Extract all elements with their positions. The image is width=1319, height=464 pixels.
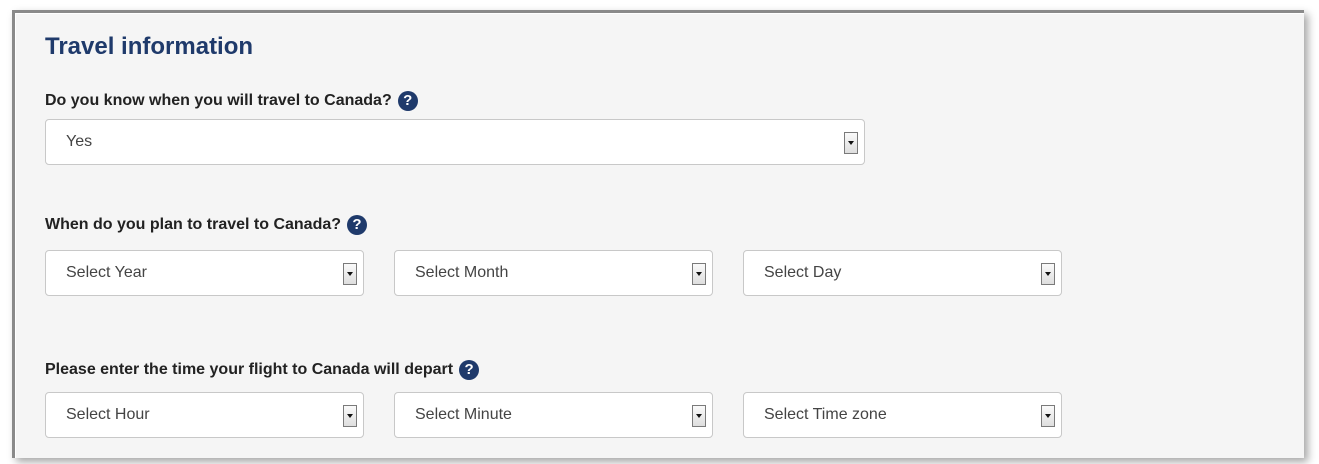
dropdown-arrow-icon[interactable] [1041, 263, 1055, 285]
flight-timezone-value: Select Time zone [764, 406, 887, 423]
dropdown-arrow-icon[interactable] [692, 405, 706, 427]
travel-month-value: Select Month [415, 264, 509, 281]
section-title: Travel information [45, 33, 254, 60]
travel-information-panel: Travel information Do you know when you … [12, 10, 1304, 458]
dropdown-arrow-icon[interactable] [343, 263, 357, 285]
know-travel-question: Do you know when you will travel to Cana… [45, 91, 418, 111]
flight-minute-value: Select Minute [415, 406, 512, 423]
dropdown-arrow-icon[interactable] [844, 132, 858, 154]
flight-minute-select[interactable]: Select Minute [394, 392, 713, 438]
help-icon[interactable]: ? [347, 215, 368, 235]
dropdown-arrow-icon[interactable] [1041, 405, 1055, 427]
flight-timezone-select[interactable]: Select Time zone [743, 392, 1062, 438]
flight-time-label: Please enter the time your flight to Can… [45, 361, 454, 378]
dropdown-arrow-icon[interactable] [343, 405, 357, 427]
travel-year-select[interactable]: Select Year [45, 250, 364, 296]
flight-hour-select[interactable]: Select Hour [45, 392, 364, 438]
plan-travel-question: When do you plan to travel to Canada? ? [45, 215, 368, 235]
travel-day-value: Select Day [764, 264, 842, 281]
flight-time-question: Please enter the time your flight to Can… [45, 360, 480, 380]
know-travel-label: Do you know when you will travel to Cana… [45, 92, 392, 109]
travel-year-value: Select Year [66, 264, 147, 281]
dropdown-arrow-icon[interactable] [692, 263, 706, 285]
help-icon[interactable]: ? [459, 360, 480, 380]
know-travel-select[interactable]: Yes [45, 119, 865, 165]
travel-month-select[interactable]: Select Month [394, 250, 713, 296]
know-travel-value: Yes [66, 133, 93, 150]
travel-day-select[interactable]: Select Day [743, 250, 1062, 296]
flight-hour-value: Select Hour [66, 406, 150, 423]
plan-travel-label: When do you plan to travel to Canada? [45, 216, 342, 233]
help-icon[interactable]: ? [397, 91, 418, 111]
